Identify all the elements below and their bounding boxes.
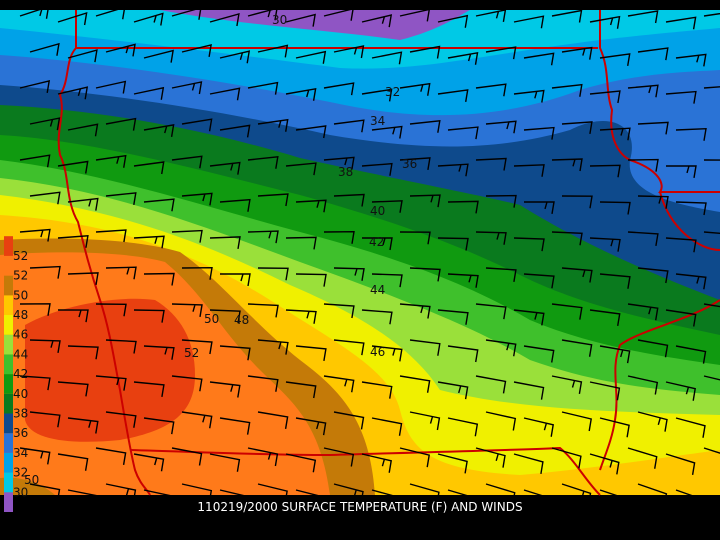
contour-label-34: 34: [370, 114, 385, 128]
contour-label-42: 42: [369, 235, 384, 249]
legend-label: 50: [13, 288, 28, 302]
legend-swatch: [4, 334, 13, 355]
legend-swatch: [4, 374, 13, 394]
legend-swatch: [4, 393, 13, 414]
map-caption: 110219/2000 SURFACE TEMPERATURE (F) AND …: [197, 500, 523, 514]
legend-swatch: [4, 354, 13, 375]
legend-swatch: [4, 236, 13, 256]
contour-label-30: 30: [272, 13, 287, 27]
legend-swatch: [4, 413, 13, 434]
contour-label-38: 38: [338, 165, 353, 179]
temperature-bands: [0, 10, 720, 495]
legend-label: 44: [13, 347, 28, 361]
legend-swatch: [4, 452, 13, 473]
contour-label-50: 50: [204, 312, 219, 326]
contour-label-32: 32: [385, 85, 400, 99]
legend-label: 36: [13, 426, 28, 440]
legend-label: 46: [13, 328, 28, 342]
legend-label: 32: [13, 466, 28, 480]
legend-swatch: [4, 295, 13, 315]
contour-label-36: 36: [402, 157, 417, 171]
contour-label-48: 48: [234, 313, 249, 327]
contour-label-44: 44: [370, 283, 385, 297]
color-legend: 30 32 34 36 38 40 42 44 46 48 50 52 52: [4, 236, 28, 512]
legend-swatch: [4, 472, 13, 493]
contour-label-52: 52: [184, 346, 199, 360]
legend-label: 42: [13, 367, 28, 381]
legend-label: 52: [13, 249, 28, 263]
legend-label: 40: [13, 387, 28, 401]
legend-label: 52: [13, 269, 28, 283]
contour-label-40: 40: [370, 204, 385, 218]
legend-swatch: [4, 255, 13, 276]
contour-label-46: 46: [370, 345, 385, 359]
legend-label: 34: [13, 446, 28, 460]
legend-label: 48: [13, 308, 28, 322]
legend-swatch: [4, 315, 13, 335]
legend-swatch: [4, 433, 13, 453]
band-red-52: [25, 298, 195, 442]
legend-swatch: [4, 275, 13, 296]
temperature-wind-map: 30 32 34 36 38 40 42 44 46 48 50 52 50 3…: [0, 5, 720, 513]
legend-label: 38: [13, 407, 28, 421]
legend-label: 30: [13, 485, 28, 499]
